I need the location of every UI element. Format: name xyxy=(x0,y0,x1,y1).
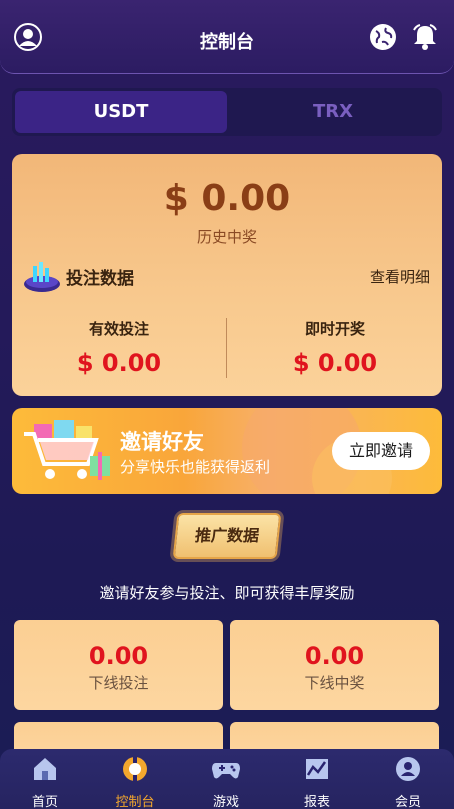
valid-bet-value: $ 0.00 xyxy=(76,349,162,377)
promo-data-label: 推广数据 xyxy=(194,526,261,545)
nav-item-home[interactable]: 首页 xyxy=(0,755,90,809)
downline-win-value: 0.00 xyxy=(304,642,365,670)
total-winnings-label: 历史中奖 xyxy=(196,228,257,246)
valid-bet-stat: 有效投注 $ 0.00 xyxy=(12,318,226,377)
downline-bet-value: 0.00 xyxy=(88,642,149,670)
downline-win-card: 0.00 下线中奖 xyxy=(230,620,439,710)
home-icon xyxy=(34,758,56,780)
instant-draw-value: $ 0.00 xyxy=(292,349,378,377)
nav-item-reports[interactable]: 报表 xyxy=(272,755,362,809)
invite-now-button[interactable]: 立即邀请 xyxy=(332,432,430,470)
nav-item-member[interactable]: 会员 xyxy=(363,755,453,809)
bet-data-title: 投注数据 xyxy=(66,269,134,289)
nav-label: 首页 xyxy=(31,795,58,809)
downline-bet-label: 下线投注 xyxy=(88,674,149,692)
stat-divider xyxy=(226,318,227,378)
instant-draw-label: 即时开奖 xyxy=(304,320,365,338)
user-icon xyxy=(396,757,420,781)
downline-bet-card: 0.00 下线投注 xyxy=(14,620,223,710)
shopping-cart-icon xyxy=(24,420,110,480)
invite-title: 邀请好友 xyxy=(120,430,204,454)
winnings-card: $ 0.00 历史中奖 投注数据 查看明细 有效投注 $ 0.00 即时开奖 $… xyxy=(12,154,442,396)
nav-item-console[interactable]: 控制台 xyxy=(90,755,180,809)
bell-icon[interactable] xyxy=(410,22,440,52)
nav-label: 会员 xyxy=(394,795,421,809)
nav-label: 控制台 xyxy=(115,795,155,809)
promo-data-badge: 推广数据 xyxy=(172,513,282,559)
nav-label: 报表 xyxy=(303,795,330,809)
console-icon xyxy=(123,757,147,781)
invite-subtitle: 分享快乐也能获得返利 xyxy=(120,458,271,476)
instant-draw-stat: 即时开奖 $ 0.00 xyxy=(228,318,442,377)
valid-bet-label: 有效投注 xyxy=(88,320,149,338)
bet-data-icon xyxy=(24,262,60,292)
top-header: 控制台 xyxy=(0,0,454,74)
tab-trx[interactable]: TRX xyxy=(227,91,439,133)
view-details-link[interactable]: 查看明细 xyxy=(370,266,430,287)
total-winnings-amount: $ 0.00 xyxy=(163,178,291,219)
currency-tabs: USDT TRX xyxy=(12,88,442,136)
chart-icon xyxy=(306,759,328,779)
tab-usdt[interactable]: USDT xyxy=(15,91,227,133)
downline-win-label: 下线中奖 xyxy=(304,674,365,692)
nav-label: 游戏 xyxy=(212,795,239,809)
nav-item-games[interactable]: 游戏 xyxy=(181,755,271,809)
invite-banner[interactable]: 邀请好友 分享快乐也能获得返利 立即邀请 xyxy=(12,408,442,494)
bottom-nav: 首页 控制台 游戏 报表 会员 xyxy=(0,749,454,809)
gamepad-icon xyxy=(212,763,240,779)
globe-icon[interactable] xyxy=(368,22,398,52)
promo-description: 邀请好友参与投注、即可获得丰厚奖励 xyxy=(99,584,355,602)
